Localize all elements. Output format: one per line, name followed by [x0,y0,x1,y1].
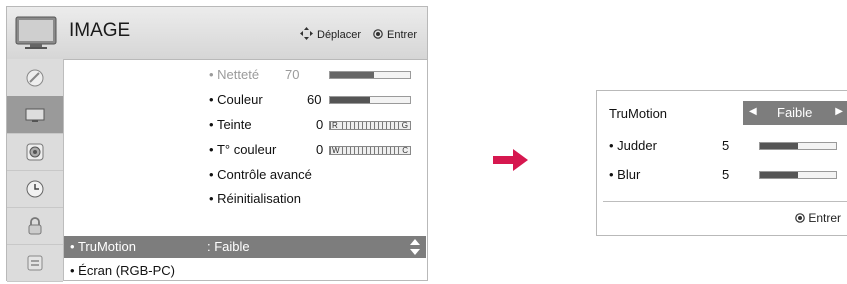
temp-right-label: C [401,146,409,155]
judder-label-text: Judder [617,138,657,153]
menu-item-controle-avance[interactable]: Contrôle avancé [209,167,312,182]
popup-enter-label: Entrer [808,211,841,225]
clock-icon [26,180,44,197]
enter-icon [373,28,383,42]
menu-item-ecran[interactable]: Écran (RGB-PC) [70,263,175,278]
speaker-icon [26,143,44,160]
judder-slider[interactable] [759,142,837,150]
left-triangle-icon[interactable]: ◀ [749,106,757,117]
right-triangle-icon[interactable]: ▶ [835,106,843,117]
menu-item-couleur[interactable]: Couleur [209,92,263,107]
move-arrows-icon [300,27,313,43]
blur-label-text: Blur [617,167,641,182]
satellite-dish-icon [26,69,44,86]
menu-item-label: Couleur [217,92,263,107]
menu-item-trumotion-selected[interactable]: TruMotion : Faible [64,236,426,258]
sidebar-item-options[interactable] [7,244,63,282]
sidebar-item-lock[interactable] [7,207,63,245]
sidebar-item-picture[interactable] [7,96,63,134]
tint-left-label: R [331,121,339,130]
tint-right-label: G [400,121,409,130]
menu-title: IMAGE [69,20,131,41]
temperature-balance-slider[interactable]: W C [329,146,411,155]
sidebar-item-time[interactable] [7,170,63,208]
enter-icon [795,213,805,223]
menu-header: IMAGE Déplacer Entrer [7,7,427,60]
menu-item-label: T° couleur [216,142,277,157]
right-arrow-icon [493,149,528,171]
image-menu-panel: IMAGE Déplacer Entrer • Netteté 70 • Cou… [6,6,428,282]
category-sidebar [7,59,64,282]
trumotion-value: : Faible [207,239,250,254]
sidebar-item-setup[interactable] [7,59,63,97]
judder-value: 5 [722,138,730,153]
options-icon [27,255,43,270]
temp-left-label: W [331,146,341,155]
menu-item-nettete[interactable]: Netteté [209,67,259,82]
nettete-slider[interactable] [329,71,411,79]
menu-item-teinte[interactable]: Teinte [209,117,252,132]
menu-item-label: Netteté [217,67,260,82]
popup-title: TruMotion [609,106,668,121]
menu-item-label: Teinte [216,117,252,132]
monitor-icon [15,16,57,49]
blur-value: 5 [722,167,730,182]
popup-divider [603,201,847,202]
temperature-value: 0 [316,142,324,157]
menu-item-label: Écran (RGB-PC) [78,263,175,278]
trumotion-selected-value: Faible [777,105,813,120]
trumotion-popup: TruMotion ◀ Faible ▶ Judder 5 Blur 5 Ent… [596,90,847,236]
popup-enter-hint[interactable]: Entrer [795,211,841,225]
menu-item-label: Réinitialisation [217,191,301,206]
nettete-value: 70 [285,67,300,82]
slider-fill [760,172,798,178]
trumotion-label: TruMotion [70,239,136,254]
blur-slider[interactable] [759,171,837,179]
nav-move-label: Déplacer [317,29,362,41]
judder-label: Judder [609,138,657,153]
slider-fill [330,97,370,103]
menu-item-label: Contrôle avancé [217,167,312,182]
couleur-value: 60 [307,92,322,107]
slider-fill [330,72,374,78]
nav-help: Déplacer Entrer [300,27,417,43]
blur-label: Blur [609,167,640,182]
teinte-value: 0 [316,117,324,132]
monitor-icon [25,108,45,122]
lock-icon [28,216,42,234]
slider-fill [760,143,798,149]
menu-item-reinitialisation[interactable]: Réinitialisation [209,191,301,206]
up-down-arrows-icon [410,239,420,255]
sidebar-item-audio[interactable] [7,133,63,171]
menu-item-temperature[interactable]: T° couleur [209,142,276,157]
couleur-slider[interactable] [329,96,411,104]
trumotion-value-selector[interactable]: ◀ Faible ▶ [743,101,847,125]
teinte-balance-slider[interactable]: R G [329,121,411,130]
nav-enter-label: Entrer [387,29,417,41]
